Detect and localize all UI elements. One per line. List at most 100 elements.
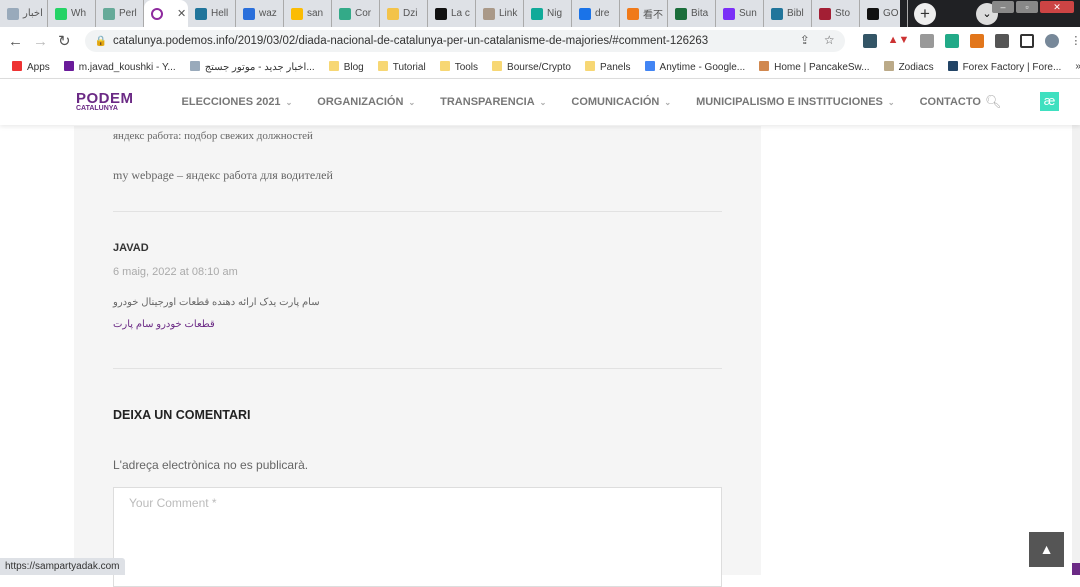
metamask-icon[interactable] [970,34,985,48]
browser-tab[interactable]: Nig [524,0,572,27]
browser-tab[interactable]: waz [236,0,284,27]
bookmark-item[interactable]: Blog [328,60,364,73]
bookmark-item[interactable]: m.javad_koushki - Y... [63,60,176,73]
url-input[interactable]: 🔒 catalunya.podemos.info/2019/03/02/diad… [84,30,845,52]
browser-tab[interactable]: Link [476,0,524,27]
browser-tab[interactable]: اخبار [0,0,48,27]
vpn-icon[interactable] [945,34,960,48]
folder-icon [584,60,595,71]
comment-date[interactable]: 6 maig, 2022 at 08:10 am [113,266,238,278]
more-bookmarks-icon[interactable]: » [1075,61,1080,72]
nav-item[interactable]: ELECCIONES 2021 ⌄ [182,96,293,108]
browser-tab[interactable]: GO [860,0,908,27]
tab-label: Link [499,8,518,19]
browser-tab[interactable]: Sto [812,0,860,27]
tab-favicon-icon [579,7,591,20]
browser-tab[interactable]: Cor [332,0,380,27]
tab-label: اخبار [23,8,43,19]
tab-favicon-icon [195,7,207,20]
comment-link[interactable]: قطعات خودرو سام پارت [113,319,215,330]
browser-tab[interactable]: Dzi [380,0,428,27]
bookmark-item[interactable]: Bourse/Crypto [492,60,571,73]
comment-textarea[interactable]: Your Comment * [113,487,722,587]
lock-icon: 🔒 [94,35,108,47]
nav-item[interactable]: CONTACTO [920,96,981,108]
tab-favicon-icon [243,7,255,20]
comment-link[interactable]: my webpage – яндекс работа для водителей [113,168,333,182]
browser-tab[interactable]: Wh [48,0,96,27]
nav-item[interactable]: MUNICIPALISMO E INSTITUCIONES ⌄ [696,96,895,108]
new-tab-button[interactable]: + [914,2,936,25]
share-icon[interactable]: ⇪ [800,33,810,47]
tab-label: dre [595,8,610,19]
extension-icon[interactable] [862,34,877,48]
comment-author: JAVAD [113,242,149,254]
bookmark-item[interactable]: Tutorial [377,60,426,73]
folder-icon [439,60,450,71]
tab-favicon-icon [771,7,783,20]
tab-label: La c [451,8,470,19]
browser-tab[interactable]: Hell [188,0,236,27]
browser-tab[interactable]: Bita [668,0,716,27]
ae-icon[interactable]: æ [1040,92,1059,111]
scroll-to-top-button[interactable]: ▲ [1029,532,1064,567]
url-text: catalunya.podemos.info/2019/03/02/diada-… [113,35,709,47]
search-icon[interactable]: 🔍︎ [985,94,1002,110]
site-logo[interactable]: PODEM CATALUNYA [76,91,134,112]
bookmark-icon [63,60,74,71]
browser-tab[interactable]: La c [428,0,476,27]
comment-text: سام پارت یدک ارائه دهنده قطعات اورجینال … [113,297,320,308]
nav-item[interactable]: COMUNICACIÓN ⌄ [571,96,671,108]
browser-tab[interactable]: ✕ [144,0,188,27]
nav-item[interactable]: TRANSPARENCIA ⌄ [440,96,546,108]
browser-tab[interactable]: 看不 [620,0,668,27]
tab-label: waz [259,8,277,19]
tab-favicon-icon [291,7,303,20]
chevron-down-icon: ⌄ [887,98,895,107]
browser-tab[interactable]: Bibl [764,0,812,27]
browser-tab[interactable]: san [284,0,332,27]
maximize-button[interactable]: ▫ [1016,1,1038,13]
bookmark-item[interactable]: Tools [439,60,478,73]
bookmark-item[interactable]: Forex Factory | Fore... [947,60,1061,73]
bookmark-item[interactable]: Zodiacs [883,60,934,73]
scrollbar[interactable] [1072,80,1080,575]
bookmark-item[interactable]: Anytime - Google... [644,60,745,73]
puzzle-icon[interactable] [995,34,1010,48]
divider [113,211,722,212]
tab-label: 看不 [643,10,663,21]
browser-tab[interactable]: Sun [716,0,764,27]
bookmark-item[interactable]: Apps [12,60,50,73]
bookmark-item[interactable]: اخبار جدید - موتور جستج... [189,60,315,73]
tab-favicon-icon [723,7,735,20]
comment-placeholder: Your Comment * [129,496,217,510]
tab-favicon-icon [675,7,687,20]
tab-label: Dzi [403,8,418,19]
close-tab-icon[interactable]: ✕ [177,7,186,20]
forward-icon[interactable]: → [33,33,48,50]
bookmark-item[interactable]: Panels [584,60,631,73]
browser-tab[interactable]: Perl [96,0,144,27]
minimize-button[interactable]: – [992,1,1014,13]
close-window-button[interactable]: ✕ [1040,1,1074,13]
avatar[interactable] [1045,34,1060,48]
sidepanel-icon[interactable] [1020,34,1035,48]
extension-arrows-icon[interactable]: ▲▼ [888,34,910,48]
reply-title: DEIXA UN COMENTARI [113,408,251,422]
nav-item[interactable]: ORGANIZACIÓN ⌄ [317,96,415,108]
tab-label: Bita [691,8,709,19]
star-icon[interactable]: ☆ [824,33,835,47]
scrollbar-thumb[interactable] [1072,563,1080,575]
tab-favicon-icon [483,7,495,20]
camera-icon[interactable] [920,34,935,48]
menu-icon[interactable]: ⋮ [1070,34,1080,48]
tab-favicon-icon [55,7,67,20]
back-icon[interactable]: ← [8,33,23,50]
tab-label: Hell [211,8,229,19]
browser-tab[interactable]: dre [572,0,620,27]
divider [113,368,722,369]
reload-icon[interactable]: ↻ [58,32,71,50]
bookmark-item[interactable]: Home | PancakeSw... [759,60,870,73]
email-note: L'adreça electrònica no es publicarà. [113,458,309,472]
tab-label: Nig [547,8,563,19]
